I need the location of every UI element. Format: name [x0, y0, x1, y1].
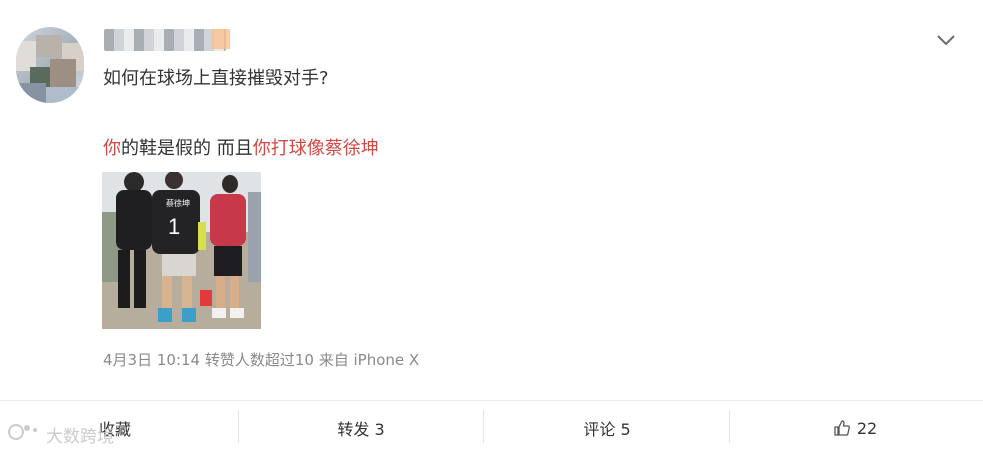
answer-text: 的鞋是假的 而且 — [121, 138, 253, 159]
watermark: 大数跨境 — [8, 422, 114, 447]
thumbs-up-icon — [833, 419, 851, 437]
repost-label: 转发 3 — [337, 420, 385, 439]
user-avatar[interactable] — [16, 27, 84, 103]
comment-button[interactable]: 评论 5 — [552, 415, 662, 441]
post-answer: 你的鞋是假的 而且你打球像蔡徐坤 — [103, 134, 379, 160]
repost-button[interactable]: 转发 3 — [306, 415, 416, 441]
username-blurred[interactable] — [104, 29, 230, 51]
post-question: 如何在球场上直接摧毁对手? — [103, 68, 329, 89]
divider — [0, 400, 983, 401]
action-separator — [729, 411, 730, 443]
chevron-down-icon[interactable] — [935, 31, 957, 49]
jersey-name: 蔡徐坤 — [166, 198, 190, 208]
like-button[interactable]: 22 — [800, 415, 910, 441]
post-meta: 4月3日 10:14 转赞人数超过10 来自 iPhone X — [103, 351, 420, 369]
comment-label: 评论 5 — [583, 420, 631, 439]
answer-highlight-2: 你打球像蔡徐坤 — [252, 138, 379, 159]
action-separator — [483, 411, 484, 443]
like-count: 22 — [856, 418, 878, 438]
jersey-number: 1 — [168, 214, 180, 239]
post-photo[interactable]: 蔡徐坤 1 — [102, 172, 261, 329]
answer-highlight-1: 你 — [103, 138, 121, 159]
watermark-logo-icon — [8, 422, 46, 447]
watermark-text: 大数跨境 — [46, 427, 114, 447]
action-separator — [238, 411, 239, 443]
